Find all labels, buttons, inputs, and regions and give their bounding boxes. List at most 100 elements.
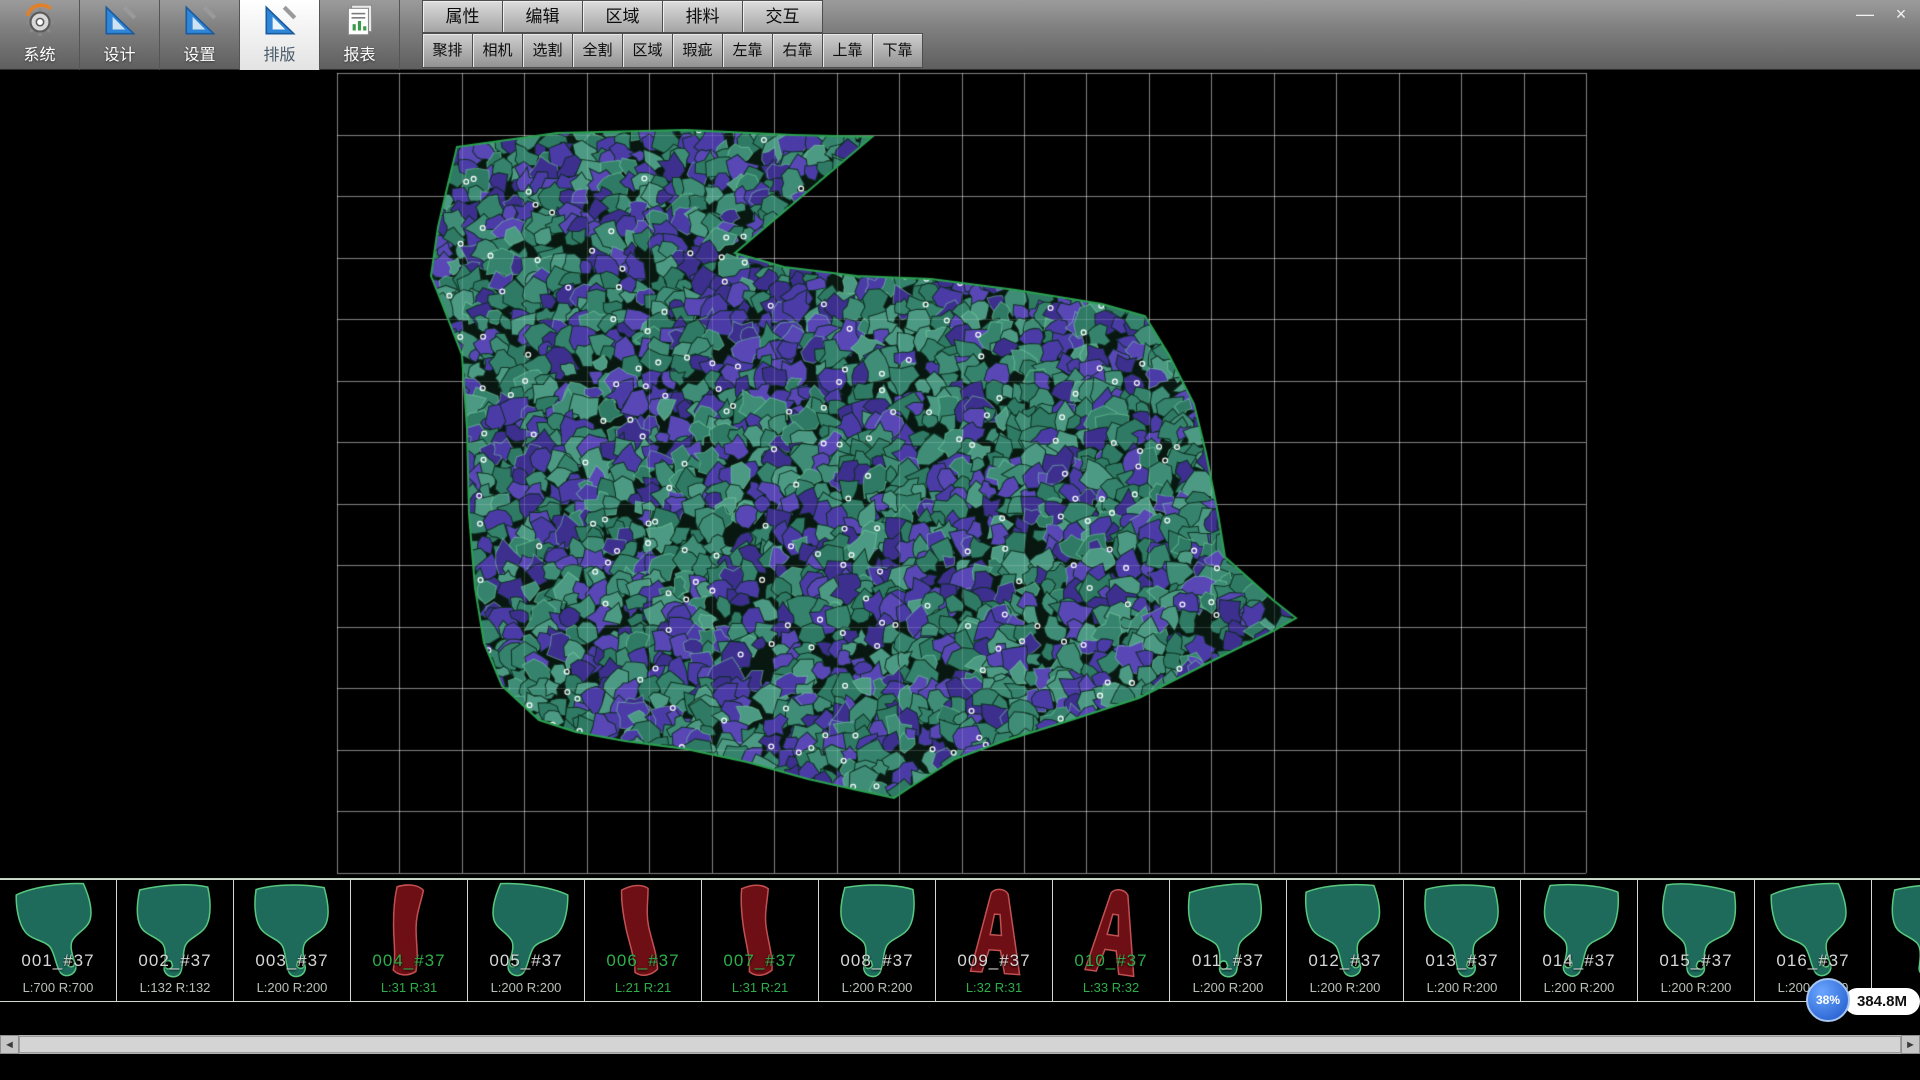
- scroll-left-arrow[interactable]: ◄: [0, 1035, 19, 1054]
- tool-button-label: 右靠: [782, 42, 812, 59]
- piece-thumbnail[interactable]: 013_#37 L:200 R:200: [1403, 879, 1521, 1002]
- nesting-canvas[interactable]: [0, 70, 1920, 878]
- piece-shape-icon: [1173, 878, 1283, 992]
- piece-id-label: 009_#37: [936, 951, 1052, 971]
- menu-tab-label: 排料: [686, 7, 720, 26]
- piece-shape-icon: [1056, 878, 1166, 992]
- piece-thumbnail[interactable]: 015_#37 L:200 R:200: [1637, 879, 1755, 1002]
- menu-tab[interactable]: 编辑: [502, 0, 583, 33]
- piece-shape-icon: [123, 879, 226, 989]
- tool-button[interactable]: 相机: [472, 33, 523, 68]
- app-window: 系统 设计 设置: [0, 0, 1920, 1080]
- piece-id-label: 003_#37: [234, 951, 350, 971]
- tool-button[interactable]: 上靠: [822, 33, 873, 68]
- piece-thumbnail[interactable]: 010_#37 L:33 R:32: [1052, 879, 1170, 1002]
- piece-lr-label: L:200 R:200: [819, 980, 935, 995]
- piece-id-label: 015_#37: [1638, 951, 1754, 971]
- piece-thumbnail[interactable]: [1871, 879, 1920, 1002]
- piece-lr-label: L:132 R:132: [117, 980, 233, 995]
- piece-lr-label: L:31 R:21: [702, 980, 818, 995]
- progress-percent: 38%: [1816, 993, 1840, 1007]
- app-button-design[interactable]: 设计: [80, 0, 160, 70]
- menu-tab[interactable]: 属性: [422, 0, 503, 33]
- tool-button[interactable]: 全割: [572, 33, 623, 68]
- piece-thumbnail[interactable]: 011_#37 L:200 R:200: [1169, 879, 1287, 1002]
- piece-thumbnail[interactable]: 006_#37 L:21 R:21: [584, 879, 702, 1002]
- app-bar: 系统 设计 设置: [0, 0, 400, 70]
- piece-lr-label: L:700 R:700: [0, 980, 116, 995]
- piece-id-label: 004_#37: [351, 951, 467, 971]
- piece-thumbnail[interactable]: 001_#37 L:700 R:700: [0, 879, 117, 1002]
- tool-button[interactable]: 左靠: [722, 33, 773, 68]
- progress-indicator: 38%: [1806, 978, 1850, 1022]
- piece-shape-icon: [588, 878, 698, 992]
- tool-button-label: 上靠: [832, 42, 862, 59]
- app-button-report[interactable]: 报表: [320, 0, 400, 70]
- tool-button-label: 相机: [482, 42, 512, 59]
- memory-value: 384.8M: [1857, 993, 1907, 1010]
- piece-lr-label: L:33 R:32: [1053, 980, 1169, 995]
- window-controls: — ×: [1854, 4, 1912, 24]
- piece-id-label: 013_#37: [1404, 951, 1520, 971]
- tool-button[interactable]: 下靠: [872, 33, 923, 68]
- bottom-scrollbar[interactable]: ◄ ►: [0, 1035, 1920, 1054]
- piece-thumbnail[interactable]: 005_#37 L:200 R:200: [467, 879, 585, 1002]
- piece-shape-icon: [1641, 878, 1751, 992]
- piece-thumbnail[interactable]: 009_#37 L:32 R:31: [935, 879, 1053, 1002]
- piece-thumbnail[interactable]: 012_#37 L:200 R:200: [1286, 879, 1404, 1002]
- piece-lr-label: L:200 R:200: [1170, 980, 1286, 995]
- tool-button[interactable]: 瑕疵: [672, 33, 723, 68]
- app-button-layout[interactable]: 排版: [240, 0, 320, 70]
- piece-lr-label: L:200 R:200: [1404, 980, 1520, 995]
- piece-lr-label: L:31 R:31: [351, 980, 467, 995]
- tool-button-label: 选割: [532, 42, 562, 59]
- piece-shape-icon: [1758, 878, 1868, 992]
- piece-id-label: 011_#37: [1170, 951, 1286, 971]
- scrollbar-thumb[interactable]: [19, 1036, 1901, 1053]
- tool-button[interactable]: 右靠: [772, 33, 823, 68]
- app-button-system[interactable]: 系统: [0, 0, 80, 70]
- piece-shape-icon: [1293, 879, 1396, 989]
- piece-thumbnail[interactable]: 007_#37 L:31 R:21: [701, 879, 819, 1002]
- menu-tab-label: 编辑: [526, 7, 560, 26]
- gear-icon: [21, 2, 59, 40]
- piece-lr-label: L:200 R:200: [234, 980, 350, 995]
- tool-button-label: 区域: [632, 42, 662, 59]
- piece-lr-label: L:200 R:200: [1287, 980, 1403, 995]
- menu-tab-label: 交互: [766, 7, 800, 26]
- menu-tab-label: 区域: [606, 7, 640, 26]
- piece-thumbnail[interactable]: 002_#37 L:132 R:132: [116, 879, 234, 1002]
- tool-button[interactable]: 聚排: [422, 33, 473, 68]
- piece-id-label: 008_#37: [819, 951, 935, 971]
- scroll-right-arrow[interactable]: ►: [1901, 1035, 1920, 1054]
- app-button-label: 系统: [23, 41, 55, 65]
- piece-lr-label: L:21 R:21: [585, 980, 701, 995]
- piece-shape-icon: [471, 878, 581, 992]
- menu-tab[interactable]: 排料: [662, 0, 743, 33]
- tool-button-label: 聚排: [432, 42, 462, 59]
- app-button-settings[interactable]: 设置: [160, 0, 240, 70]
- tool-button-row: 聚排 相机 选割 全割 区域 瑕疵: [423, 33, 923, 68]
- piece-thumbnail[interactable]: 003_#37 L:200 R:200: [233, 879, 351, 1002]
- piece-id-label: 014_#37: [1521, 951, 1637, 971]
- piece-lr-label: L:200 R:200: [468, 980, 584, 995]
- piece-thumbnail[interactable]: 014_#37 L:200 R:200: [1520, 879, 1638, 1002]
- tool-button[interactable]: 选割: [522, 33, 573, 68]
- layout-icon: [261, 2, 299, 40]
- tool-button[interactable]: 区域: [622, 33, 673, 68]
- piece-shape-icon: [357, 879, 460, 989]
- piece-id-label: 001_#37: [0, 951, 116, 971]
- piece-id-label: 012_#37: [1287, 951, 1403, 971]
- piece-shape-icon: [942, 879, 1045, 989]
- piece-id-label: 005_#37: [468, 951, 584, 971]
- close-button[interactable]: ×: [1890, 4, 1912, 24]
- piece-shape-icon: [3, 878, 113, 992]
- piece-thumbnail[interactable]: 008_#37 L:200 R:200: [818, 879, 936, 1002]
- pieces-tray: 001_#37 L:700 R:700 002_#37 L:132 R:132 …: [0, 878, 1920, 1002]
- piece-thumbnail[interactable]: 004_#37 L:31 R:31: [350, 879, 468, 1002]
- menu-tab[interactable]: 交互: [742, 0, 823, 33]
- minimize-button[interactable]: —: [1854, 4, 1876, 24]
- menu-tab[interactable]: 区域: [582, 0, 663, 33]
- app-button-label: 设计: [103, 41, 135, 65]
- design-icon: [101, 2, 139, 40]
